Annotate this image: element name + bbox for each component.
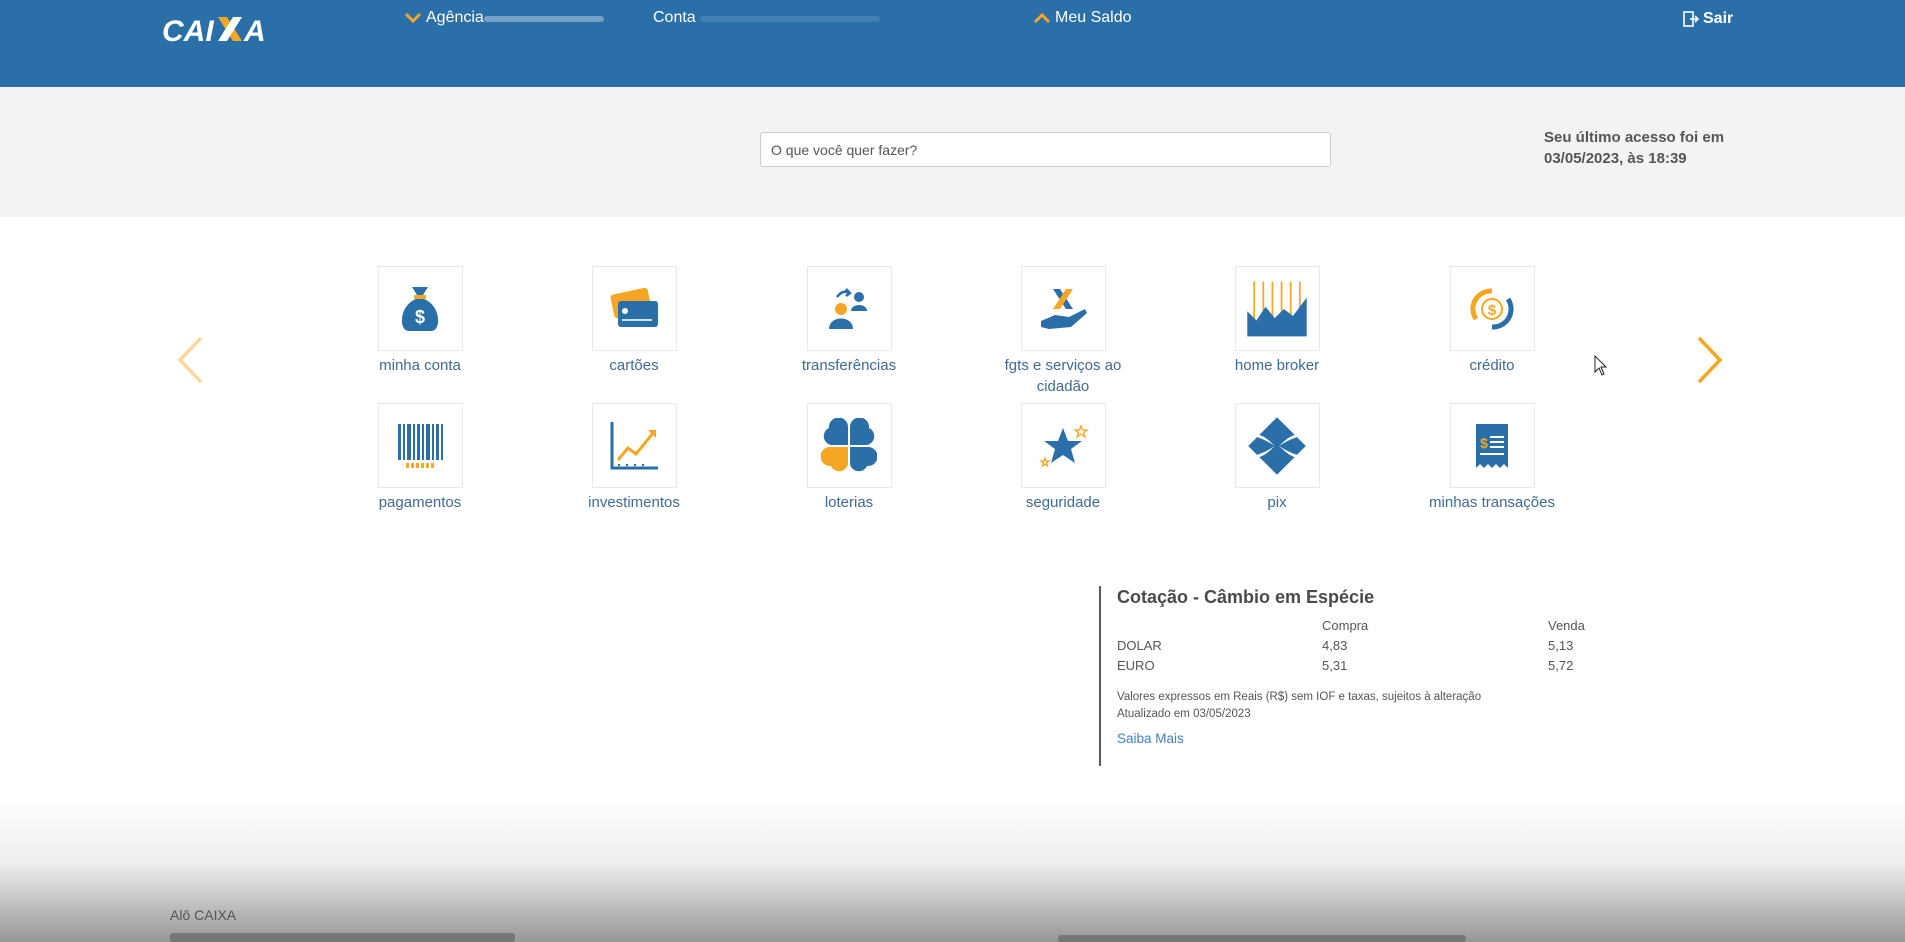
conta-value-redacted <box>700 16 880 22</box>
conta-label-group: Conta <box>653 9 696 27</box>
menu-tile-cartoes[interactable]: cartões <box>534 266 734 376</box>
exchange-title: Cotação - Câmbio em Espécie <box>1117 587 1375 607</box>
saiba-mais-link[interactable]: Saiba Mais <box>1117 731 1184 746</box>
exchange-rate-panel: Cotação - Câmbio em Espécie Compra Venda… <box>1099 586 1619 766</box>
receipt-icon: $ <box>1449 403 1535 488</box>
chevron-down-icon <box>404 12 422 24</box>
exit-icon <box>1683 11 1699 27</box>
pix-icon <box>1234 403 1320 488</box>
search-input[interactable] <box>760 132 1331 167</box>
conta-label: Conta <box>653 9 696 26</box>
credit-card-icon <box>591 266 677 351</box>
menu-tile-pix[interactable]: pix <box>1177 403 1377 513</box>
svg-text:CAI: CAI <box>162 15 214 48</box>
table-row: DOLAR 4,83 5,13 <box>1117 635 1585 655</box>
menu-tile-label: pix <box>1267 494 1287 511</box>
svg-text:$: $ <box>1480 435 1488 451</box>
buy-cell: 5,31 <box>1322 657 1348 673</box>
meu-saldo-label: Meu Saldo <box>1055 9 1132 26</box>
menu-tile-pagamentos[interactable]: pagamentos <box>320 403 520 513</box>
menu-tile-label: minha conta <box>379 357 461 374</box>
agencia-label: Agência <box>426 9 484 26</box>
menu-tile-label: cartões <box>609 357 659 374</box>
menu-tile-seguridade[interactable]: seguridade <box>963 403 1163 513</box>
mouse-cursor-icon <box>1594 355 1608 376</box>
menu-tile-label: seguridade <box>1025 494 1101 511</box>
agencia-value-redacted <box>484 16 604 22</box>
agencia-selector[interactable]: Agência <box>404 9 484 27</box>
fgts-hand-icon <box>1020 266 1106 351</box>
top-header: CAI A Agência Conta Meu Saldo Sair <box>0 0 1905 87</box>
menu-tile-minhas-transacoes[interactable]: $ minhas transações <box>1392 403 1592 513</box>
credit-cycle-icon: $ <box>1449 266 1535 351</box>
money-bag-icon: $ <box>377 266 463 351</box>
svg-text:A: A <box>243 15 266 48</box>
menu-tile-label: loterias <box>824 494 874 511</box>
footer-links-redacted <box>1058 935 1466 942</box>
carousel-next-arrow-icon[interactable] <box>1695 334 1725 386</box>
sell-cell: 5,72 <box>1548 657 1574 673</box>
menu-tile-home-broker[interactable]: home broker <box>1177 266 1377 376</box>
clover-icon <box>806 403 892 488</box>
svg-text:$: $ <box>1488 302 1497 319</box>
home-broker-chart-icon <box>1234 266 1320 351</box>
logout-label: Sair <box>1703 10 1734 27</box>
menu-tile-fgts[interactable]: fgts e serviços ao cidadão <box>963 266 1163 397</box>
col-buy-header: Compra <box>1322 617 1369 633</box>
menu-tile-label: pagamentos <box>378 494 462 511</box>
logout-button[interactable]: Sair <box>1683 10 1733 28</box>
sell-cell: 5,13 <box>1548 637 1574 653</box>
table-header-row: Compra Venda <box>1117 615 1585 635</box>
last-access-line1: Seu último acesso foi em <box>1544 129 1725 146</box>
footer-phone-line-redacted <box>170 933 515 942</box>
menu-tile-loterias[interactable]: loterias <box>749 403 949 513</box>
col-sell-header: Venda <box>1548 617 1585 633</box>
menu-tile-label: minhas transações <box>1429 494 1555 511</box>
menu-tile-label: crédito <box>1469 357 1515 374</box>
caixa-logo[interactable]: CAI A <box>160 12 276 48</box>
transfer-icon <box>806 266 892 351</box>
menu-tile-label: home broker <box>1234 357 1320 374</box>
menu-tile-investimentos[interactable]: investimentos <box>534 403 734 513</box>
menu-tile-credito[interactable]: $ crédito <box>1392 266 1592 376</box>
star-icon <box>1020 403 1106 488</box>
exchange-table: Compra Venda DOLAR 4,83 5,13 EURO 5,31 5… <box>1117 615 1585 675</box>
chevron-up-icon <box>1033 12 1051 24</box>
table-row: EURO 5,31 5,72 <box>1117 655 1585 675</box>
exchange-note-line1: Valores expressos em Reais (R$) sem IOF … <box>1117 691 1482 703</box>
footer-fade <box>0 800 1905 942</box>
last-access-line2: 03/05/2023, às 18:39 <box>1544 150 1687 167</box>
exchange-note: Valores expressos em Reais (R$) sem IOF … <box>1117 689 1619 723</box>
barcode-icon <box>377 403 463 488</box>
svg-text:$: $ <box>415 307 425 327</box>
menu-tile-label: investimentos <box>588 494 680 511</box>
meu-saldo-toggle[interactable]: Meu Saldo <box>1033 9 1132 27</box>
menu-tile-minha-conta[interactable]: $ minha conta <box>320 266 520 376</box>
last-access-info: Seu último acesso foi em 03/05/2023, às … <box>1544 127 1744 169</box>
menu-tile-label: fgts e serviços ao cidadão <box>1004 357 1122 395</box>
investment-chart-icon <box>591 403 677 488</box>
menu-tile-label: transferências <box>801 357 897 374</box>
buy-cell: 4,83 <box>1322 637 1348 653</box>
currency-cell: EURO <box>1117 657 1155 673</box>
footer-title: Alô CAIXA <box>170 907 237 923</box>
carousel-prev-arrow-icon[interactable] <box>175 334 205 386</box>
menu-tile-transferencias[interactable]: transferências <box>749 266 949 376</box>
exchange-note-line2: Atualizado em 03/05/2023 <box>1117 708 1251 720</box>
currency-cell: DOLAR <box>1117 637 1162 653</box>
